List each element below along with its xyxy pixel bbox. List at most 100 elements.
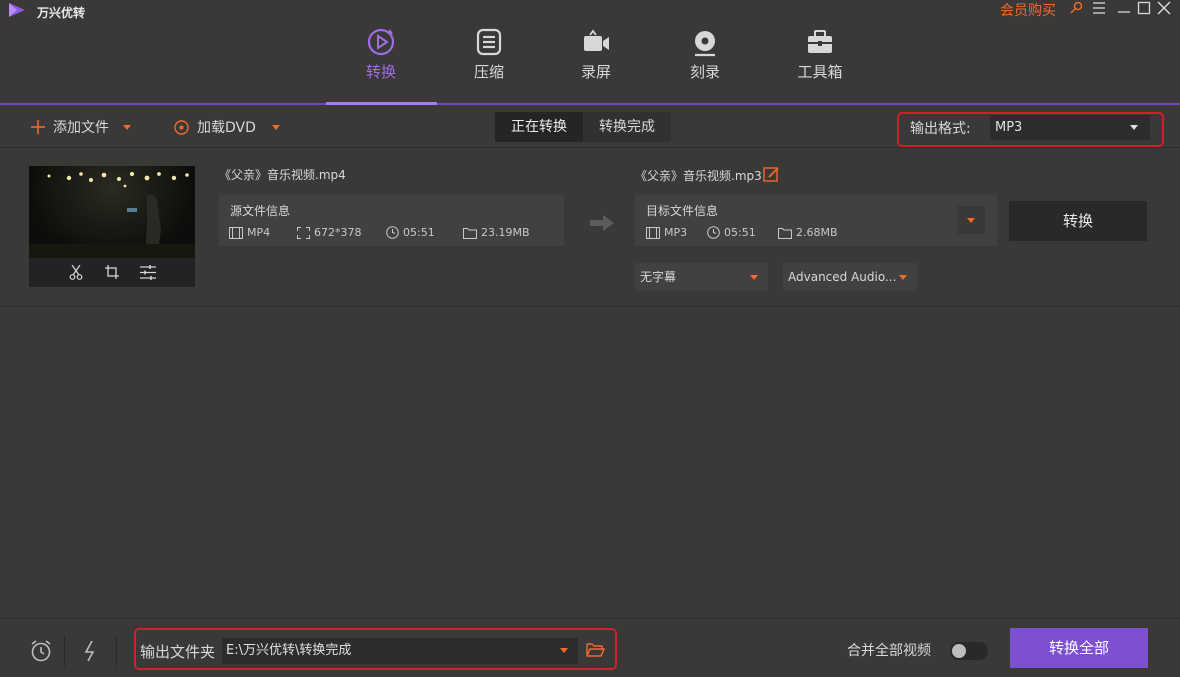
target-size-value: 2.68MB [796, 226, 838, 239]
toolbox-icon [808, 30, 832, 53]
target-format: MP3 [646, 226, 687, 239]
lightning-icon[interactable] [82, 639, 98, 663]
scissors-icon[interactable] [69, 265, 83, 280]
clock-icon [386, 226, 399, 239]
target-info-box: 目标文件信息 MP3 05:51 2.68MB [635, 195, 997, 246]
bottom-bar: 输出文件夹 E:\万兴优转\转换完成 合并全部视频 转换全部 [0, 618, 1180, 677]
minimize-icon[interactable] [1115, 0, 1133, 16]
menu-icon[interactable] [1090, 0, 1108, 16]
chevron-down-icon [560, 648, 568, 653]
source-format: MP4 [229, 226, 270, 239]
compress-icon [476, 28, 502, 56]
tab-converting[interactable]: 正在转换 [495, 112, 583, 142]
output-folder-path: E:\万兴优转\转换完成 [226, 643, 352, 658]
add-file-label: 添加文件 [53, 120, 109, 136]
key-icon[interactable] [1068, 0, 1086, 16]
chevron-down-icon [899, 275, 907, 280]
thumbnail-image [29, 166, 195, 258]
nav-record-label: 录屏 [580, 63, 611, 81]
audio-track-select[interactable]: Advanced Audio... [783, 263, 917, 291]
audio-track-value: Advanced Audio... [788, 270, 897, 284]
source-size-value: 23.19MB [481, 226, 530, 239]
video-thumbnail[interactable] [29, 166, 195, 287]
clock-icon [707, 226, 720, 239]
chevron-down-icon [967, 218, 975, 223]
source-duration: 05:51 [386, 226, 435, 239]
source-format-value: MP4 [247, 226, 271, 239]
app-title: 万兴优转 [37, 6, 86, 20]
output-format-label: 输出格式: [910, 121, 971, 137]
nav-toolbox-label: 工具箱 [797, 63, 843, 81]
nav-record[interactable]: 录屏 [561, 26, 631, 82]
target-duration-value: 05:51 [724, 226, 756, 239]
target-format-dropdown[interactable] [957, 206, 985, 234]
adjust-sliders-icon[interactable] [140, 265, 156, 280]
status-tabs: 正在转换 转换完成 [495, 112, 671, 142]
target-duration: 05:51 [707, 226, 756, 239]
nav-compress[interactable]: 压缩 [454, 26, 524, 82]
convert-icon [367, 28, 395, 56]
chevron-down-icon [750, 275, 758, 280]
nav-convert[interactable]: 转换 [346, 26, 416, 82]
maximize-icon[interactable] [1135, 0, 1153, 16]
nav-burn-label: 刻录 [689, 63, 720, 81]
file-item: 《父亲》音乐视频.mp4 源文件信息 MP4 672*378 05:51 23.… [0, 148, 1180, 307]
target-info-title: 目标文件信息 [646, 204, 719, 218]
nav-convert-label: 转换 [365, 63, 396, 81]
burn-disc-icon [695, 31, 715, 57]
arrow-right-icon [590, 215, 614, 231]
target-size: 2.68MB [778, 226, 838, 239]
load-dvd-label: 加载DVD [197, 120, 256, 136]
merge-videos-toggle[interactable] [950, 642, 988, 660]
add-file-dropdown-icon[interactable] [123, 124, 131, 130]
chevron-down-icon [1130, 125, 1138, 130]
output-format-select[interactable]: MP3 [990, 115, 1150, 140]
plus-icon [31, 120, 45, 134]
alarm-clock-icon[interactable] [29, 639, 53, 663]
edit-name-icon[interactable] [763, 166, 780, 183]
close-icon[interactable] [1155, 0, 1173, 16]
output-format-value: MP3 [995, 120, 1023, 135]
app-logo-icon [9, 3, 25, 17]
resolution-icon [297, 226, 310, 239]
tab-converted[interactable]: 转换完成 [583, 112, 671, 142]
source-info-title: 源文件信息 [230, 204, 291, 218]
film-icon [646, 226, 660, 239]
record-icon [584, 29, 609, 51]
load-dvd-button[interactable]: 加载DVD [174, 117, 280, 137]
open-folder-icon[interactable] [586, 642, 605, 658]
convert-button[interactable]: 转换 [1009, 201, 1147, 241]
nav-toolbox[interactable]: 工具箱 [785, 26, 855, 82]
nav-compress-label: 压缩 [473, 63, 504, 81]
film-icon [229, 226, 243, 239]
source-resolution-value: 672*378 [314, 226, 362, 239]
output-folder-select[interactable]: E:\万兴优转\转换完成 [222, 638, 578, 664]
toolbar: 添加文件 加载DVD 正在转换 转换完成 输出格式: MP3 [0, 105, 1180, 148]
convert-all-button[interactable]: 转换全部 [1010, 628, 1148, 668]
subtitle-value: 无字幕 [640, 270, 677, 284]
divider [64, 636, 65, 666]
source-resolution: 672*378 [297, 226, 362, 239]
title-bar: 万兴优转 会员购买 [0, 0, 1180, 22]
source-file-name: 《父亲》音乐视频.mp4 [219, 168, 346, 182]
stage-scene-image [29, 171, 195, 258]
main-nav: 转换 压缩 录屏 刻录 工具箱 [0, 22, 1180, 105]
load-dvd-dropdown-icon[interactable] [271, 124, 280, 130]
source-size: 23.19MB [463, 226, 530, 239]
toggle-knob [952, 644, 966, 658]
folder-icon [778, 227, 792, 239]
thumbnail-tools [29, 258, 195, 287]
folder-icon [463, 227, 477, 239]
source-info-box: 源文件信息 MP4 672*378 05:51 23.19MB [219, 195, 564, 246]
merge-videos-label: 合并全部视频 [847, 643, 931, 659]
source-duration-value: 05:51 [403, 226, 435, 239]
output-folder-label: 输出文件夹 [140, 643, 216, 661]
vip-purchase-link[interactable]: 会员购买 [1000, 0, 1056, 20]
target-file-name: 《父亲》音乐视频.mp3 [635, 169, 762, 183]
nav-burn[interactable]: 刻录 [670, 26, 740, 82]
add-file-button[interactable]: 添加文件 [31, 117, 131, 137]
target-format-value: MP3 [664, 226, 688, 239]
divider [116, 636, 117, 666]
subtitle-select[interactable]: 无字幕 [635, 263, 768, 291]
crop-icon[interactable] [105, 265, 119, 280]
